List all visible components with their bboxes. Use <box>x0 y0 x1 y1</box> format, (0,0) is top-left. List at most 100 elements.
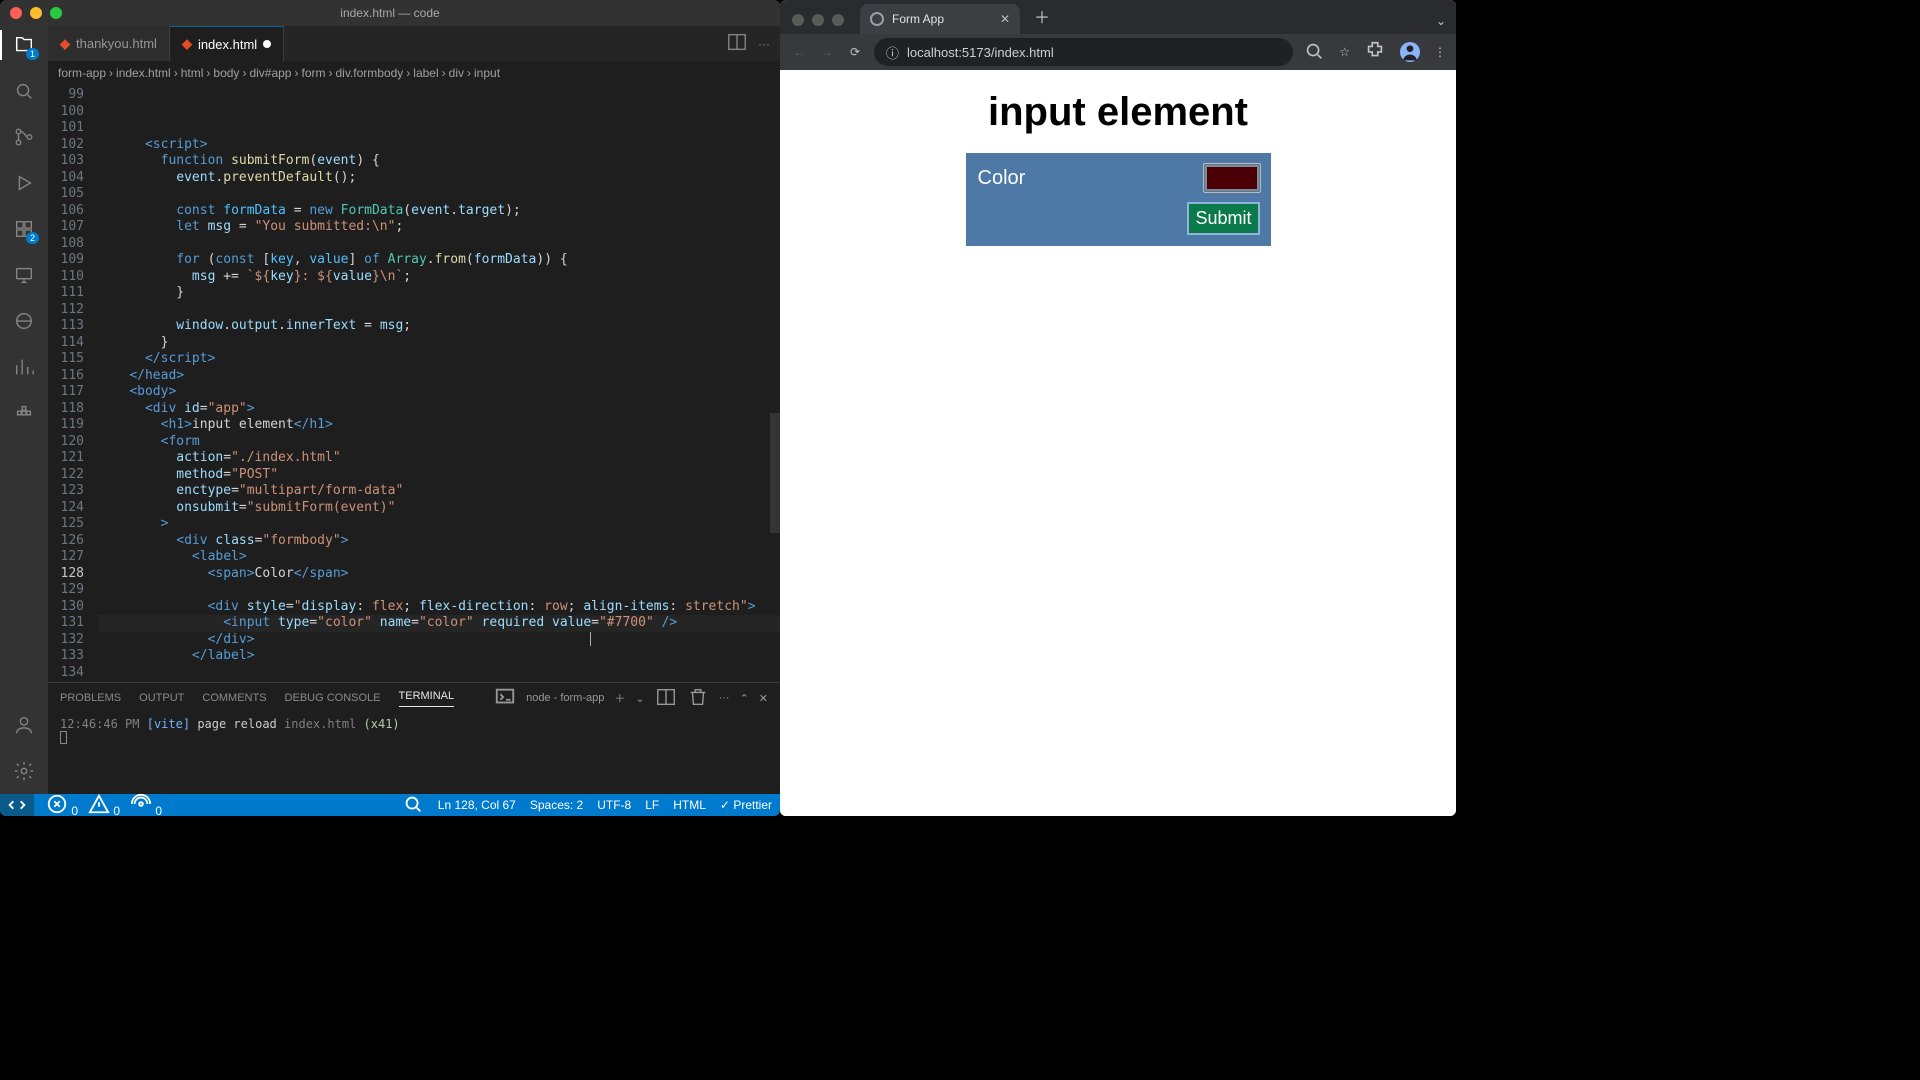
docker-icon[interactable] <box>11 400 37 426</box>
more-panel-icon[interactable]: ··· <box>719 692 730 704</box>
code-line[interactable]: <div style="display: flex; flex-directio… <box>98 599 780 616</box>
extensions-puzzle-icon[interactable] <box>1364 40 1386 65</box>
code-line[interactable] <box>98 582 780 599</box>
breadcrumb-item[interactable]: div <box>449 66 464 80</box>
terminal-output[interactable]: 12:46:46 PM [vite] page reload index.htm… <box>48 713 780 794</box>
color-input[interactable] <box>1205 165 1259 191</box>
kill-terminal-icon[interactable] <box>687 686 709 711</box>
breadcrumb-item[interactable]: form <box>301 66 325 80</box>
code-line[interactable]: function submitForm(event) { <box>98 153 780 170</box>
tab-thankyou[interactable]: ◆ thankyou.html <box>48 26 170 61</box>
breadcrumb-item[interactable]: index.html <box>116 66 171 80</box>
status-ports[interactable]: 0 <box>130 793 162 817</box>
new-tab-button[interactable]: ＋ <box>1026 4 1058 34</box>
status-cursor-pos[interactable]: Ln 128, Col 67 <box>438 798 516 812</box>
window-minimize-button[interactable] <box>812 14 824 26</box>
zoom-icon[interactable] <box>1303 40 1325 65</box>
remote-explorer-icon[interactable] <box>11 262 37 288</box>
code-line[interactable]: <script> <box>98 137 780 154</box>
split-terminal-icon[interactable] <box>655 686 677 711</box>
scrollbar[interactable] <box>770 85 780 682</box>
breadcrumb-item[interactable]: form-app <box>58 66 106 80</box>
code-line[interactable]: let msg = "You submitted:\n"; <box>98 219 780 236</box>
code-line[interactable]: } <box>98 285 780 302</box>
panel-tab-comments[interactable]: COMMENTS <box>202 692 266 704</box>
code-line[interactable]: <form <box>98 434 780 451</box>
panel-tab-problems[interactable]: PROBLEMS <box>60 692 121 704</box>
breadcrumb-item[interactable]: input <box>474 66 500 80</box>
code-line[interactable]: <h1>input element</h1> <box>98 417 780 434</box>
submit-button[interactable]: Submit <box>1188 203 1258 234</box>
code-line[interactable] <box>98 186 780 203</box>
code-line[interactable] <box>98 302 780 319</box>
address-bar[interactable]: ⓘ localhost:5173/index.html <box>874 38 1293 66</box>
more-actions-icon[interactable]: ··· <box>758 37 770 51</box>
window-zoom-button[interactable] <box>832 14 844 26</box>
status-warnings[interactable]: 0 <box>88 793 120 817</box>
breadcrumb-item[interactable]: div.formbody <box>335 66 403 80</box>
panel-tab-debug[interactable]: DEBUG CONSOLE <box>285 692 381 704</box>
code-editor[interactable]: 9910010110210310410510610710810911011111… <box>48 85 780 682</box>
status-errors[interactable]: 0 <box>46 793 78 817</box>
code-line[interactable]: action="./index.html" <box>98 450 780 467</box>
tab-overflow-icon[interactable]: ⌄ <box>1426 14 1456 34</box>
code-line[interactable] <box>98 665 780 682</box>
breadcrumb-item[interactable]: body <box>213 66 239 80</box>
code-line[interactable]: </head> <box>98 368 780 385</box>
settings-gear-icon[interactable] <box>11 758 37 784</box>
code-line[interactable]: const formData = new FormData(event.targ… <box>98 203 780 220</box>
explorer-icon[interactable]: 1 <box>11 32 37 58</box>
panel-tab-terminal[interactable]: TERMINAL <box>399 690 455 707</box>
live-share-icon[interactable] <box>11 308 37 334</box>
profile-avatar[interactable] <box>1400 42 1420 62</box>
reload-button[interactable]: ⟳ <box>846 45 864 59</box>
accounts-icon[interactable] <box>11 712 37 738</box>
code-line[interactable]: event.preventDefault(); <box>98 170 780 187</box>
code-line[interactable]: <div id="app"> <box>98 401 780 418</box>
code-line[interactable]: <div class="formbody"> <box>98 533 780 550</box>
source-control-icon[interactable] <box>11 124 37 150</box>
maximize-panel-icon[interactable]: ⌃ <box>740 692 749 705</box>
code-line[interactable]: <button type="submit">Submit</button> <box>98 681 780 682</box>
tab-index[interactable]: ◆ index.html <box>170 26 284 61</box>
chrome-menu-icon[interactable]: ⋮ <box>1434 45 1446 59</box>
run-debug-icon[interactable] <box>11 170 37 196</box>
search-icon[interactable] <box>11 78 37 104</box>
code-line[interactable]: > <box>98 516 780 533</box>
back-button[interactable]: ← <box>790 45 808 59</box>
code-line[interactable] <box>98 236 780 253</box>
status-formatter[interactable]: ✓ Prettier <box>720 798 772 812</box>
new-terminal-icon[interactable]: ＋ <box>614 690 625 706</box>
status-eol[interactable]: LF <box>645 798 659 812</box>
code-line[interactable]: <span>Color</span> <box>98 566 780 583</box>
code-line[interactable]: msg += `${key}: ${value}\n`; <box>98 269 780 286</box>
graph-icon[interactable] <box>11 354 37 380</box>
extensions-icon[interactable]: 2 <box>11 216 37 242</box>
breadcrumb-item[interactable]: label <box>413 66 438 80</box>
close-tab-icon[interactable]: ✕ <box>1000 12 1010 26</box>
breadcrumb-item[interactable]: div#app <box>249 66 291 80</box>
terminal-dropdown-icon[interactable]: ⌄ <box>635 692 644 705</box>
code-line[interactable]: </label> <box>98 648 780 665</box>
browser-tab[interactable]: Form App ✕ <box>860 4 1020 34</box>
code-line[interactable]: </div> <box>98 632 780 649</box>
code-line[interactable]: <input type="color" name="color" require… <box>98 615 780 632</box>
status-language[interactable]: HTML <box>673 798 706 812</box>
terminal-task-label[interactable]: node - form-app <box>526 692 604 704</box>
code-line[interactable]: <label> <box>98 549 780 566</box>
forward-button[interactable]: → <box>818 45 836 59</box>
bookmark-star-icon[interactable]: ☆ <box>1339 45 1350 59</box>
code-line[interactable]: enctype="multipart/form-data" <box>98 483 780 500</box>
code-line[interactable]: for (const [key, value] of Array.from(fo… <box>98 252 780 269</box>
site-info-icon[interactable]: ⓘ <box>886 43 899 62</box>
code-line[interactable]: <body> <box>98 384 780 401</box>
status-indent[interactable]: Spaces: 2 <box>530 798 583 812</box>
remote-indicator[interactable] <box>0 794 34 816</box>
status-encoding[interactable]: UTF-8 <box>597 798 631 812</box>
window-close-button[interactable] <box>792 14 804 26</box>
panel-tab-output[interactable]: OUTPUT <box>139 692 184 704</box>
close-panel-icon[interactable]: ✕ <box>759 692 768 705</box>
breadcrumb[interactable]: form-app›index.html›html›body›div#app›fo… <box>48 61 780 85</box>
status-search-icon[interactable] <box>402 793 424 817</box>
code-line[interactable]: method="POST" <box>98 467 780 484</box>
